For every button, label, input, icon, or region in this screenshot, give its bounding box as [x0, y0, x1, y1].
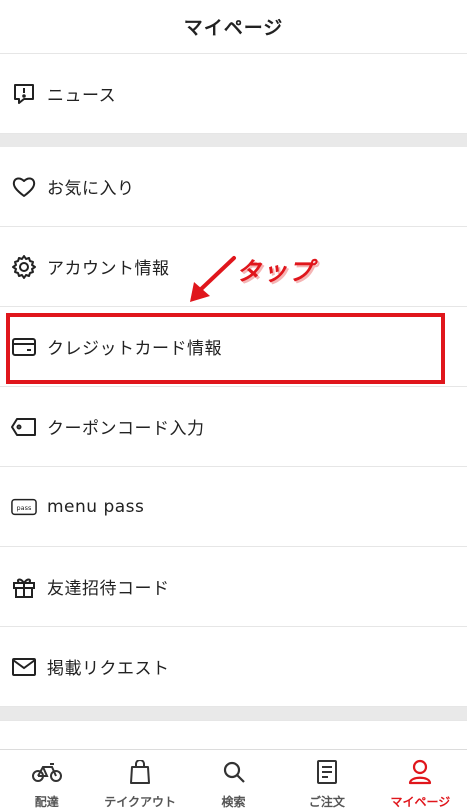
- tap-label: タップ: [236, 257, 315, 286]
- menu-item-label: クーポンコード入力: [47, 419, 205, 439]
- coupon-tag-icon: [11, 414, 37, 440]
- menu-item-news[interactable]: ニュース: [0, 54, 467, 134]
- menu-item-invite-code[interactable]: 友達招待コード: [0, 547, 467, 627]
- menu-item-label: 掲載リクエスト: [47, 659, 170, 679]
- tab-label: テイクアウト: [104, 795, 176, 809]
- order-list-icon: [312, 757, 342, 787]
- tab-orders[interactable]: ご注文: [280, 750, 373, 811]
- tab-mypage[interactable]: マイページ: [374, 750, 467, 811]
- menu-item-label: 友達招待コード: [47, 579, 170, 599]
- highlight-box: [6, 313, 445, 384]
- tab-label: 検索: [221, 795, 246, 809]
- page-title: マイページ: [183, 17, 284, 39]
- menu-item-menu-pass[interactable]: pass menu pass: [0, 467, 467, 547]
- menu-item-partial: [0, 720, 467, 750]
- menu-item-favorites[interactable]: お気に入り: [0, 147, 467, 227]
- news-exclaim-icon: [11, 81, 37, 107]
- section-divider: [0, 707, 467, 720]
- menu-item-request[interactable]: 掲載リクエスト: [0, 627, 467, 707]
- menu-item-label: お気に入り: [47, 179, 135, 199]
- heart-icon: [11, 174, 37, 200]
- tab-takeout[interactable]: テイクアウト: [93, 750, 186, 811]
- pass-icon: pass: [11, 494, 37, 520]
- page-header: マイページ: [0, 0, 467, 54]
- search-icon: [219, 757, 249, 787]
- bicycle-icon: [31, 757, 62, 787]
- tab-label: マイページ: [390, 795, 451, 809]
- menu-item-coupon[interactable]: クーポンコード入力: [0, 387, 467, 467]
- mail-icon: [11, 654, 37, 680]
- menu-item-label: menu pass: [47, 496, 145, 517]
- gift-icon: [11, 574, 37, 600]
- tap-annotation: タップ: [186, 252, 326, 304]
- bottom-tab-bar: 配達 テイクアウト 検索 ご注文 マイページ: [0, 749, 467, 811]
- shopping-bag-icon: [125, 757, 155, 787]
- tab-search[interactable]: 検索: [187, 750, 280, 811]
- menu-item-label: ニュース: [47, 86, 117, 106]
- user-icon: [405, 757, 435, 787]
- svg-text:pass: pass: [17, 503, 32, 511]
- tab-label: ご注文: [308, 795, 345, 809]
- menu-item-label: アカウント情報: [47, 259, 170, 279]
- section-divider: [0, 134, 467, 147]
- gear-icon: [11, 254, 37, 280]
- tab-label: 配達: [34, 795, 59, 809]
- tab-delivery[interactable]: 配達: [0, 750, 93, 811]
